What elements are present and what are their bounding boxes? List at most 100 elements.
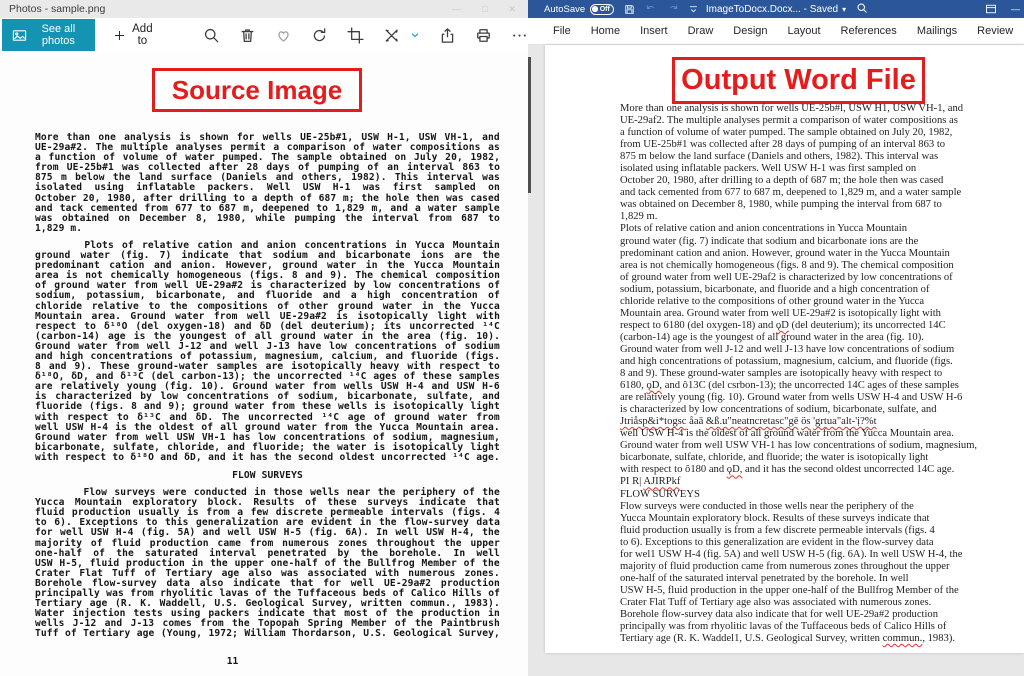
scrollbar-thumb[interactable] — [528, 57, 531, 193]
scan-text-line: 1,829 m. — [35, 224, 500, 234]
share-icon[interactable] — [439, 27, 456, 44]
scan-text-line: TuffofTertiaryage(Young,1972;WilliamThor… — [35, 629, 500, 639]
word-text-line: Borehole flow-survey data also indicate … — [620, 609, 1020, 621]
spellcheck-flagged-text: Jtriåsp&i*togsc — [620, 416, 687, 427]
word-text-line: Flow surveys were conducted in those wel… — [620, 501, 1020, 513]
tab-file[interactable]: File — [543, 25, 581, 37]
spellcheck-flagged-text: ǫD, — [727, 464, 743, 475]
word-text-line: to 6). Exceptions to this generalization… — [620, 537, 1020, 549]
word-text-line: ground water (fig. 7) indicate that sodi… — [620, 236, 1020, 248]
favorite-icon[interactable] — [275, 27, 292, 44]
minimize-icon[interactable]: — — [1011, 4, 1020, 14]
word-document-area: Output Word File More than one analysis … — [528, 45, 1024, 676]
quick-access-toolbar — [624, 3, 698, 15]
scanned-document-image: MorethanoneanalysisisshownforwellsUE-25b… — [35, 133, 500, 647]
spellcheck-flagged-text: commun. — [883, 633, 923, 644]
spellcheck-flagged-text: ǫD — [776, 320, 789, 331]
word-text-line: of ground water from well UE-29af2 is ch… — [620, 272, 1020, 284]
word-window-controls: — — [985, 0, 1020, 18]
scan-paragraph: Flowsurveyswereconductedinthosewellsnear… — [35, 488, 500, 639]
scan-paragraph: Plotsofrelativecationandanionconcentrati… — [35, 241, 500, 463]
word-text-line: fluid production usually is from a few d… — [620, 525, 1020, 537]
output-word-file-label-text: Output Word File — [681, 64, 916, 97]
word-text-line: from UE-25b#1 was collected after 28 day… — [620, 139, 1020, 151]
delete-icon[interactable] — [239, 27, 256, 44]
word-text-line: October 20, 1980, after drilling to a de… — [620, 175, 1020, 187]
spellcheck-flagged-text: &ß.u"neatncretasc"gē — [706, 416, 798, 427]
word-text-line: bicarbonate, sulfate, chloride, and fluo… — [620, 452, 1020, 464]
print-icon[interactable] — [475, 27, 492, 44]
word-text-line: FLOW SURVEYS — [620, 489, 1020, 501]
screen: Photos - sample.png — □ ✕ See all photos — [0, 0, 1024, 676]
ribbon-display-options-icon[interactable] — [985, 3, 997, 15]
word-text-line: was obtained on December 8, 1980, while … — [620, 199, 1020, 211]
autosave-toggle[interactable]: Off — [590, 4, 614, 15]
toggle-knob-icon — [592, 6, 598, 12]
photo-viewer: Source Image Morethanoneanalysisisshownf… — [0, 52, 528, 676]
word-text-line: Ground water from well USW VH-1 has low … — [620, 440, 1020, 452]
tab-review[interactable]: Review — [967, 25, 1023, 37]
word-page[interactable]: Output Word File More than one analysis … — [545, 45, 1024, 653]
undo-icon[interactable] — [645, 3, 657, 15]
redo-icon[interactable] — [667, 3, 679, 15]
output-word-file-label: Output Word File — [672, 57, 925, 104]
search-icon[interactable] — [856, 2, 868, 14]
add-to-button[interactable]: Add to — [107, 22, 159, 48]
word-document-text: More than one analysis is shown for well… — [620, 103, 1020, 645]
tab-mailings[interactable]: Mailings — [907, 25, 967, 37]
customize-toolbar-icon[interactable] — [689, 5, 698, 14]
word-text-line: (carbon-14) age is the youngest of all g… — [620, 332, 1020, 344]
maximize-icon[interactable]: □ — [482, 4, 487, 14]
plus-icon — [113, 29, 126, 42]
word-text-line: Tertiary age (R. K. Waddel1, U.S. Geolog… — [620, 633, 1020, 645]
see-all-photos-label: See all photos — [34, 23, 83, 47]
chevron-down-icon[interactable] — [410, 30, 420, 40]
save-icon[interactable] — [624, 4, 635, 15]
tab-design[interactable]: Design — [723, 25, 777, 37]
spellcheck-flagged-text: AJIRPkf — [643, 476, 680, 487]
word-text-line: Yucca Mountain exploratory block. Result… — [620, 513, 1020, 525]
minimize-icon[interactable]: — — [452, 4, 461, 14]
photos-tool-icons — [203, 27, 528, 44]
word-text-line: PI R| AJIRPkf — [620, 476, 1020, 488]
scan-text-line: wasobtainedonDecember8,1980,whilepumping… — [35, 214, 500, 224]
word-text-line: Jtriåsp&i*togsc åaā &ß.u"neatncretasc"gē… — [620, 416, 1020, 428]
more-icon[interactable] — [511, 27, 528, 44]
source-image-label-text: Source Image — [172, 75, 343, 106]
photos-app-window: Photos - sample.png — □ ✕ See all photos — [0, 0, 528, 676]
word-text-line: predominant cation and anion. However, g… — [620, 248, 1020, 260]
word-text-line: sodium, potassium, bicarbonate, and fluo… — [620, 284, 1020, 296]
word-text-line: is characterized by low concentrations o… — [620, 404, 1020, 416]
word-text-line: 1,829 m. — [620, 211, 1020, 223]
word-text-line: USW H-5, fluid production in the upper o… — [620, 585, 1020, 597]
close-icon[interactable]: ✕ — [508, 4, 516, 15]
autosave-state: Off — [600, 6, 610, 13]
crop-icon[interactable] — [347, 27, 364, 44]
word-text-line: Mountain area. Ground water from well UE… — [620, 308, 1020, 320]
word-text-line: principally was from rhyolitic lavas of … — [620, 621, 1020, 633]
scan-paragraph: MorethanoneanalysisisshownforwellsUE-25b… — [35, 133, 500, 234]
add-to-label: Add to — [132, 23, 153, 47]
tab-layout[interactable]: Layout — [778, 25, 831, 37]
tab-draw[interactable]: Draw — [678, 25, 724, 37]
edit-create-icon[interactable] — [383, 27, 400, 44]
scan-section-heading: FLOW SURVEYS — [35, 471, 500, 481]
rotate-icon[interactable] — [311, 27, 328, 44]
word-text-line: Crater Flat Tuff of Tertiary age also wa… — [620, 597, 1020, 609]
ribbon-tab-bar: FileHomeInsertDrawDesignLayoutReferences… — [528, 18, 1024, 45]
photos-toolbar: See all photos Add to — [0, 18, 528, 52]
word-titlebar: AutoSave Off ImageToDocx.Docx... - Saved… — [528, 0, 1024, 18]
see-all-photos-button[interactable]: See all photos — [2, 19, 95, 51]
tab-home[interactable]: Home — [581, 25, 630, 37]
word-text-line: Plots of relative cation and anion conce… — [620, 223, 1020, 235]
word-text-line: isolated using inflatable packers. Well … — [620, 163, 1020, 175]
tab-insert[interactable]: Insert — [630, 25, 678, 37]
photos-window-controls: — □ ✕ — [452, 4, 528, 15]
scan-text-line: sodium,potassium,bicarbonate,andfluoride… — [35, 291, 500, 301]
zoom-icon[interactable] — [203, 27, 220, 44]
word-text-line: a function of volume of water pumped. Th… — [620, 127, 1020, 139]
word-text-line: are relatively young (fig. 10). Ground w… — [620, 392, 1020, 404]
tab-references[interactable]: References — [831, 25, 907, 37]
word-text-line: 6180, ǫD, and ô13C (del csrbon-13); the … — [620, 380, 1020, 392]
photos-collection-icon — [12, 28, 27, 43]
